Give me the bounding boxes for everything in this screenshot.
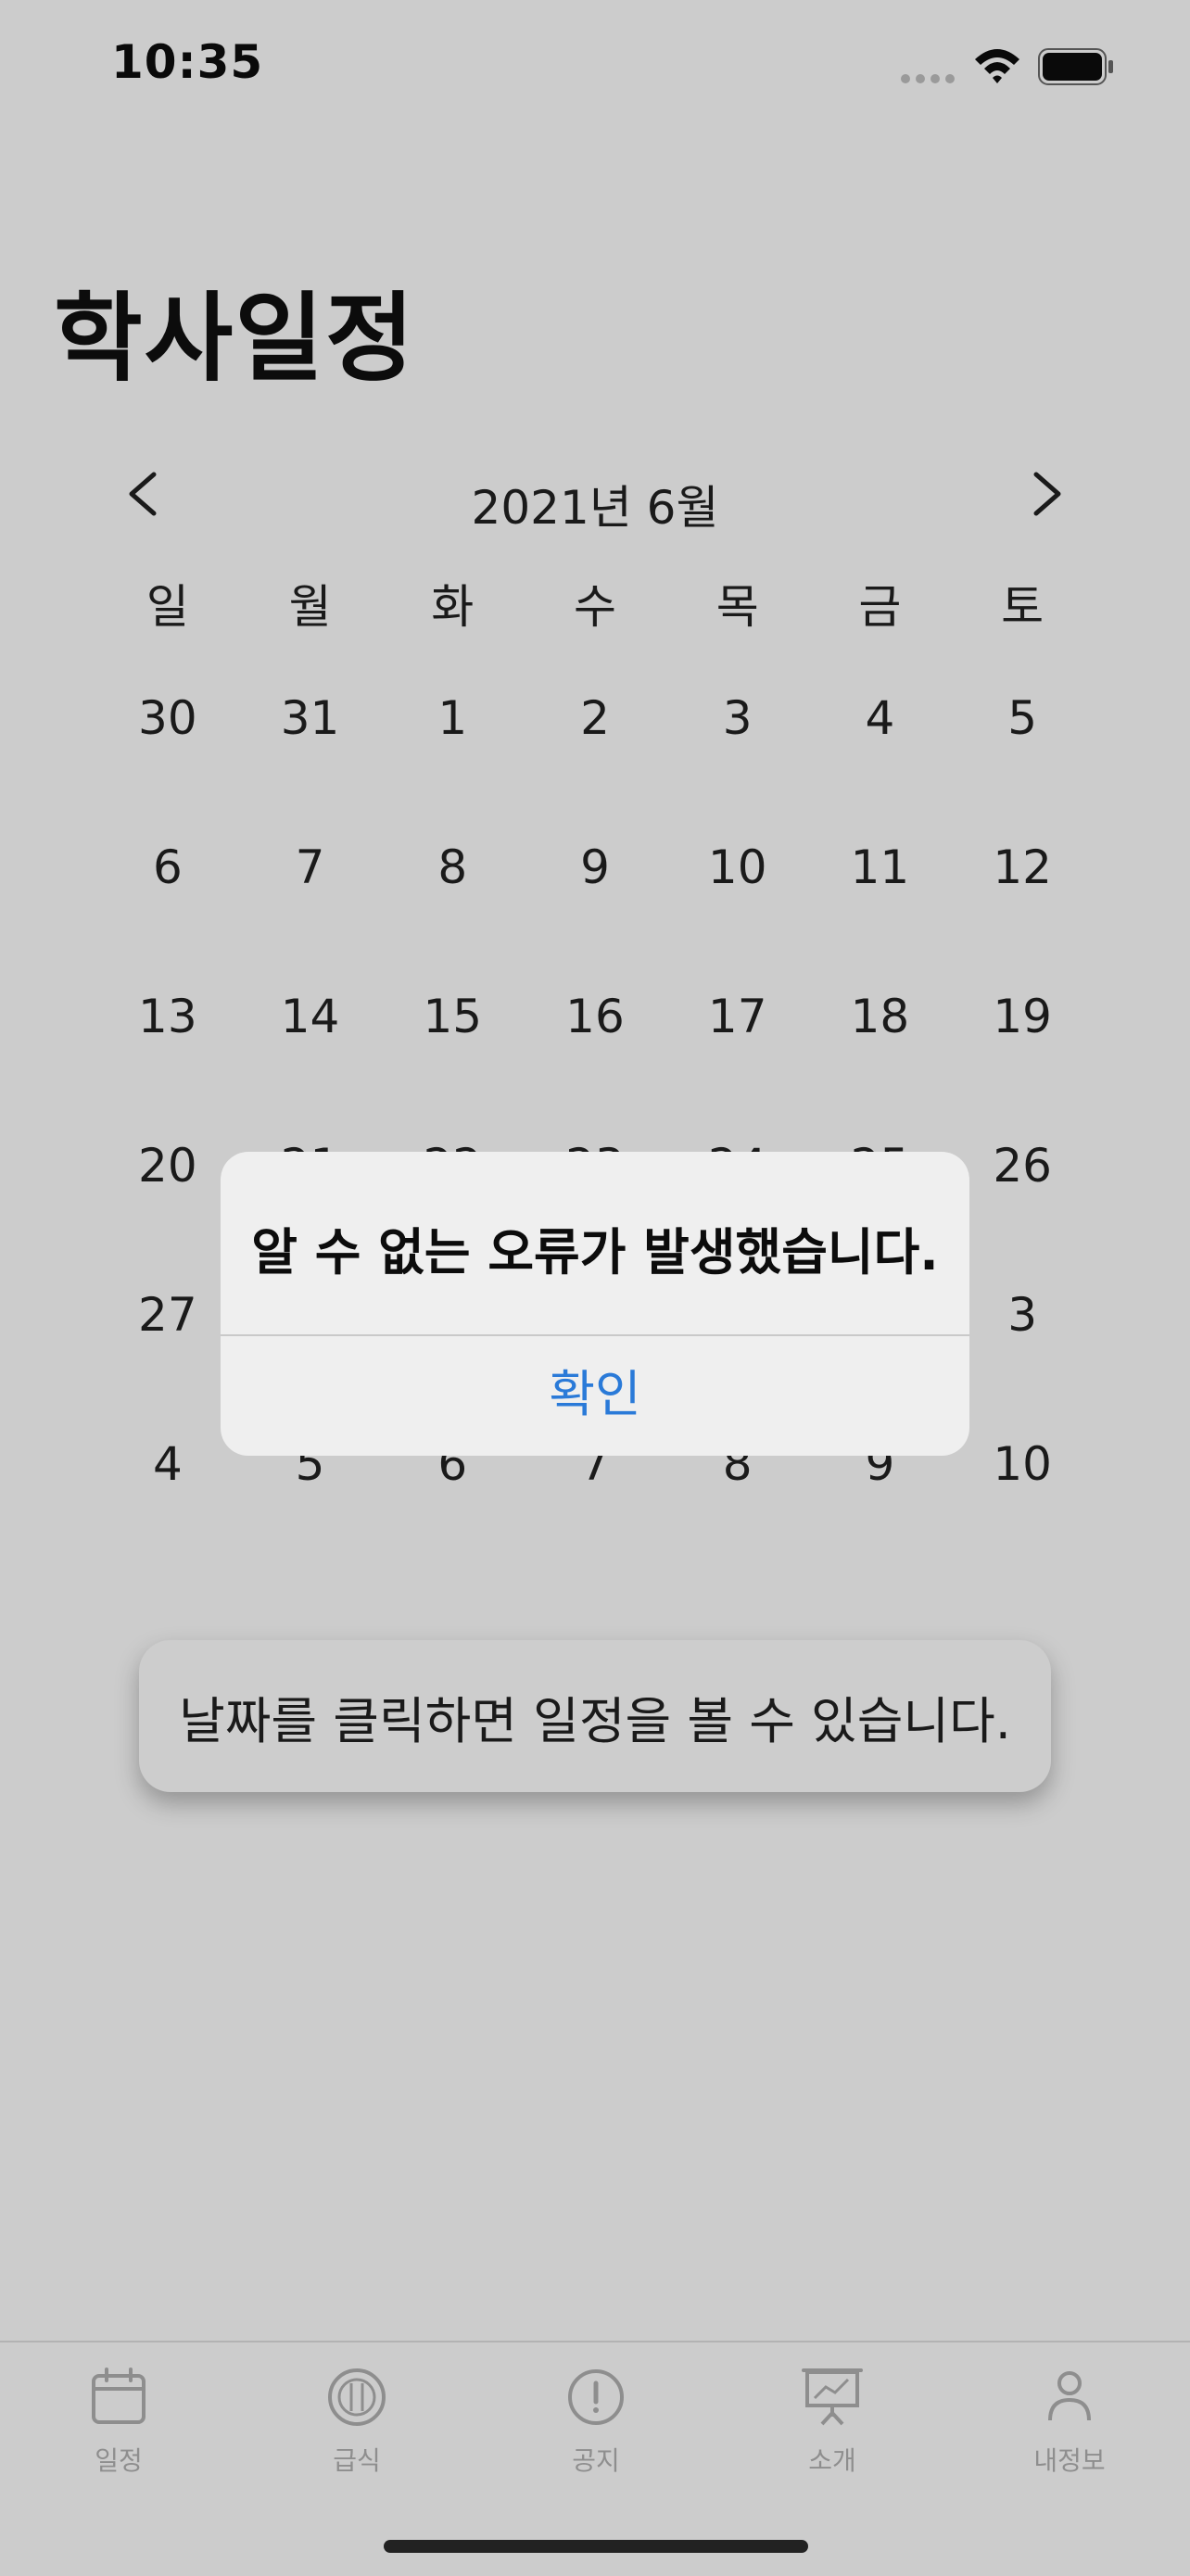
- weekday-label: 수: [573, 580, 616, 634]
- calendar-header: 2021년 6월: [93, 454, 1097, 537]
- calendar-day[interactable]: 12: [951, 798, 1094, 947]
- status-time: 10:35: [111, 35, 264, 89]
- weekday-label: 목: [715, 580, 759, 634]
- page-title: 학사일정: [54, 282, 416, 395]
- calendar-day[interactable]: 1: [381, 649, 524, 798]
- confirm-button[interactable]: 확인: [221, 1336, 969, 1456]
- hint-text: 날짜를 클릭하면 일정을 볼 수 있습니다.: [179, 1691, 1011, 1750]
- calendar-week: 30 31 1 2 3 4 5: [96, 649, 1094, 798]
- tab-my-info[interactable]: 내정보: [977, 2365, 1162, 2504]
- meal-icon: [328, 2368, 386, 2426]
- calendar-day[interactable]: 31: [239, 649, 382, 798]
- error-alert: 알 수 없는 오류가 발생했습니다. 확인: [221, 1152, 969, 1456]
- calendar-day[interactable]: 3: [951, 1245, 1094, 1395]
- calendar-day[interactable]: 9: [524, 798, 666, 947]
- weekday-label: 토: [1001, 580, 1044, 634]
- presentation-icon: [802, 2368, 863, 2426]
- calendar-week: 6 7 8 9 10 11 12: [96, 798, 1094, 947]
- tab-label: 소개: [808, 2445, 856, 2476]
- weekday-label: 화: [431, 580, 475, 634]
- tab-schedule[interactable]: 일정: [26, 2365, 211, 2504]
- calendar-day[interactable]: 11: [809, 798, 952, 947]
- tab-about[interactable]: 소개: [740, 2365, 925, 2504]
- calendar-day[interactable]: 15: [381, 947, 524, 1096]
- calendar-day[interactable]: 4: [96, 1395, 239, 1544]
- calendar-day[interactable]: 4: [809, 649, 952, 798]
- calendar-day[interactable]: 30: [96, 649, 239, 798]
- calendar-day[interactable]: 6: [96, 798, 239, 947]
- tab-label: 급식: [333, 2445, 381, 2476]
- status-bar: 10:35: [0, 0, 1190, 130]
- weekday-label: 월: [288, 580, 332, 634]
- alert-message: 알 수 없는 오류가 발생했습니다.: [251, 1223, 939, 1282]
- weekday-label: 일: [146, 580, 189, 634]
- next-month-button[interactable]: [1014, 461, 1079, 526]
- tab-meal[interactable]: 급식: [264, 2365, 449, 2504]
- calendar-day[interactable]: 10: [666, 798, 809, 947]
- calendar-icon: [92, 2368, 146, 2424]
- calendar-day[interactable]: 27: [96, 1245, 239, 1395]
- person-icon: [1048, 2371, 1091, 2421]
- calendar-day[interactable]: 8: [381, 798, 524, 947]
- weekday-header: 일 월 화 수 목 금 토: [96, 565, 1094, 649]
- calendar-week: 13 14 15 16 17 18 19: [96, 947, 1094, 1096]
- tab-label: 공지: [572, 2445, 620, 2476]
- calendar-day[interactable]: 18: [809, 947, 952, 1096]
- tab-label: 일정: [95, 2445, 143, 2476]
- calendar-day[interactable]: 17: [666, 947, 809, 1096]
- hint-card: 날짜를 클릭하면 일정을 볼 수 있습니다.: [139, 1640, 1051, 1792]
- calendar-day[interactable]: 3: [666, 649, 809, 798]
- calendar-day[interactable]: 10: [951, 1395, 1094, 1544]
- calendar-day[interactable]: 20: [96, 1096, 239, 1245]
- calendar-day[interactable]: 2: [524, 649, 666, 798]
- weekday-label: 금: [858, 580, 902, 634]
- home-indicator[interactable]: [384, 2540, 808, 2553]
- tab-label: 내정보: [1033, 2445, 1106, 2476]
- calendar-day[interactable]: 19: [951, 947, 1094, 1096]
- wifi-icon: [975, 49, 1019, 83]
- calendar-day[interactable]: 26: [951, 1096, 1094, 1245]
- calendar-day[interactable]: 5: [951, 649, 1094, 798]
- cellular-signal-icon: [901, 74, 955, 83]
- calendar-day[interactable]: 7: [239, 798, 382, 947]
- calendar-day[interactable]: 13: [96, 947, 239, 1096]
- month-label: 2021년 6월: [471, 481, 719, 535]
- calendar-day[interactable]: 16: [524, 947, 666, 1096]
- notice-icon: [568, 2369, 624, 2425]
- calendar-day[interactable]: 14: [239, 947, 382, 1096]
- tab-notice[interactable]: 공지: [503, 2365, 689, 2504]
- battery-icon: [1038, 48, 1113, 85]
